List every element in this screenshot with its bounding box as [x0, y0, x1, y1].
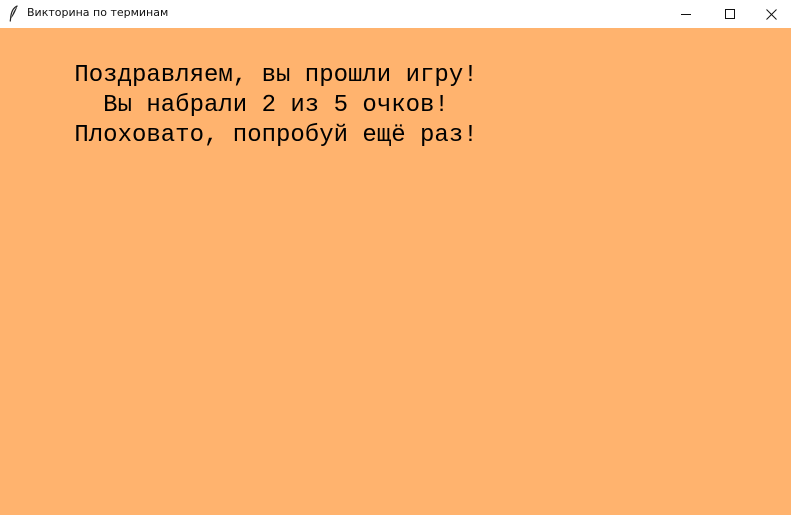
feedback-label: Плоховато, попробуй ещё раз!	[74, 122, 478, 149]
content-area: Поздравляем, вы прошли игру! Вы набрали …	[0, 28, 791, 515]
minimize-button[interactable]	[663, 0, 709, 28]
window-title: Викторина по терминам	[27, 6, 169, 19]
maximize-icon	[725, 9, 735, 19]
feather-icon	[8, 5, 20, 22]
title-bar[interactable]: Викторина по терминам	[0, 0, 791, 28]
app-window: Викторина по терминам Поздравляем, вы пр…	[0, 0, 791, 515]
congratulations-label: Поздравляем, вы прошли игру!	[74, 62, 478, 89]
minimize-icon	[681, 9, 691, 19]
score-label: Вы набрали 2 из 5 очков!	[103, 92, 449, 119]
close-icon	[765, 8, 777, 20]
result-message: Поздравляем, вы прошли игру! Вы набрали …	[26, 61, 526, 151]
close-button[interactable]	[751, 0, 791, 28]
maximize-button[interactable]	[707, 0, 753, 28]
